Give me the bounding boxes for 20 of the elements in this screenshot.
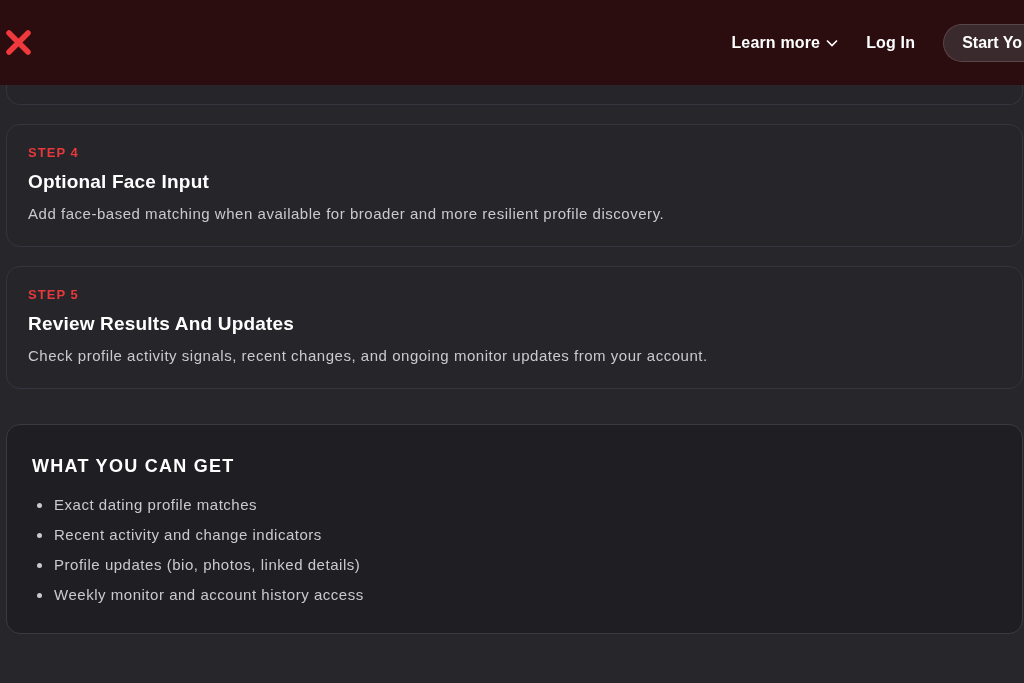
start-button[interactable]: Start Yo bbox=[943, 23, 1024, 62]
step-description: Add face-based matching when available for broader and more resilient profile discovery. bbox=[28, 204, 665, 224]
bullet-icon bbox=[37, 532, 42, 538]
benefits-title: WHAT YOU CAN GET bbox=[32, 455, 235, 477]
step-title: Optional Face Input bbox=[28, 170, 209, 194]
benefit-text: Recent activity and change indicators bbox=[54, 525, 322, 545]
bullet-icon bbox=[37, 502, 42, 508]
bullet-icon bbox=[37, 592, 42, 598]
login-link[interactable]: Log In bbox=[866, 30, 916, 55]
benefit-text: Profile updates (bio, photos, linked details) bbox=[54, 555, 361, 575]
learn-more-menu[interactable]: Learn more bbox=[731, 30, 839, 55]
step-label: STEP 5 bbox=[28, 287, 79, 303]
step-description: Check profile activity signals, recent changes, and ongoing monitor updates from your account. bbox=[28, 346, 708, 366]
bullet-icon bbox=[37, 562, 42, 568]
step-title: Review Results And Updates bbox=[28, 312, 295, 336]
x-logo-icon[interactable] bbox=[6, 30, 31, 55]
benefit-text: Weekly monitor and account history access bbox=[54, 585, 364, 605]
step-label: STEP 4 bbox=[28, 145, 79, 161]
benefit-text: Exact dating profile matches bbox=[54, 495, 258, 515]
chevron-down-icon bbox=[826, 38, 839, 47]
